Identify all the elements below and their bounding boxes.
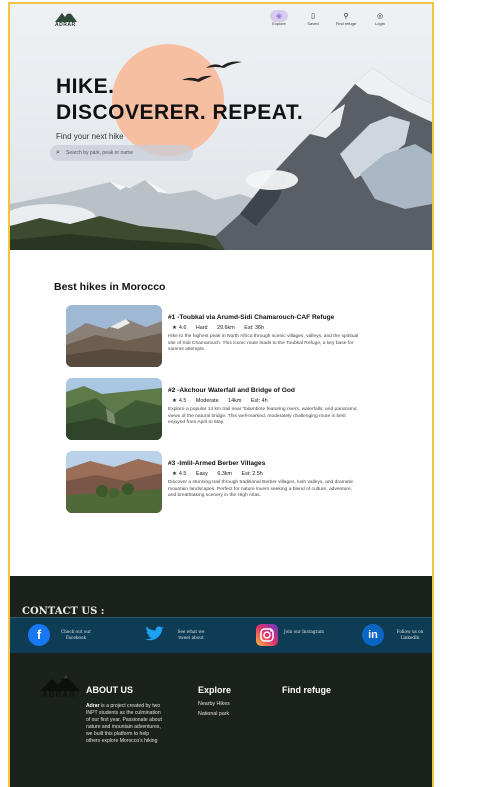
hike-difficulty: Easy <box>195 471 208 477</box>
hero-subtitle: Find your next hike <box>56 132 124 141</box>
contact-title: CONTACT US : <box>22 606 105 617</box>
hike-card[interactable]: #3 -Imlil-Armed Berber Villages ★ 4.5 Eas… <box>66 451 396 513</box>
social-instagram-text[interactable]: Join our Instagram <box>284 629 324 635</box>
hero-mountains-image <box>10 61 432 250</box>
top-nav: ADRAR ◉ Explore ▯ Saved ⚲ Find refuge ◎ … <box>10 4 432 34</box>
nav-login[interactable]: ◎ Login <box>363 12 397 26</box>
instagram-icon[interactable] <box>256 624 278 646</box>
twitter-icon[interactable] <box>143 624 165 646</box>
hike-distance: 29.6km <box>217 325 235 331</box>
hike-photo-akchour[interactable] <box>66 378 162 440</box>
hike-time: Est: 4h <box>250 398 268 404</box>
link-nearby-hikes[interactable]: Nearby Hikes <box>198 701 230 707</box>
nav-active-pill <box>270 10 288 22</box>
nav-saved[interactable]: ▯ Saved <box>296 12 330 26</box>
explore-heading: Explore <box>198 685 232 695</box>
hike-time: Est: 2.5h <box>241 471 263 477</box>
hike-meta: ★ 4.5 Easy 6.3km Est: 2.5h <box>172 471 271 477</box>
search-placeholder: Search by park, peak or name <box>66 150 133 156</box>
search-input[interactable]: ⌕ Search by park, peak or name <box>50 145 193 161</box>
hike-difficulty: Hard <box>195 325 208 331</box>
hike-rating: 4.5 <box>178 471 187 477</box>
hike-description: Hike to the highest peak in North Africa… <box>168 334 359 353</box>
footer-mountain-logo-icon[interactable] <box>40 675 80 691</box>
social-facebook-text[interactable]: Check out our Facebook <box>56 629 96 641</box>
hike-photo-imlil[interactable] <box>66 451 162 513</box>
bookmark-icon: ▯ <box>311 13 315 20</box>
footer-brand[interactable]: ADRAR <box>42 690 76 699</box>
search-icon: ⚲ <box>343 13 349 20</box>
hike-title[interactable]: #2 -Akchour Waterfall and Bridge of God <box>168 387 295 394</box>
about-brand: Adrar <box>86 703 100 709</box>
social-twitter-text[interactable]: See what we tweet about <box>171 629 211 641</box>
nav-login-label: Login <box>375 21 385 26</box>
hike-meta: ★ 4.6 Hard 29.6km Est: 36h <box>172 325 272 331</box>
user-icon: ◎ <box>376 13 384 20</box>
hike-card[interactable]: #2 -Akchour Waterfall and Bridge of God … <box>66 378 396 440</box>
footer: CONTACT US : f Check out our Facebook Se… <box>10 576 432 787</box>
nav-explore[interactable]: ◉ Explore <box>262 10 296 26</box>
hike-distance: 14km <box>228 398 242 404</box>
star-icon: ★ <box>172 325 177 331</box>
find-refuge-heading[interactable]: Find refuge <box>282 685 331 695</box>
star-icon: ★ <box>172 398 177 404</box>
nav-saved-label: Saved <box>307 21 319 26</box>
hike-title[interactable]: #3 -Imlil-Armed Berber Villages <box>168 460 265 467</box>
hike-rating: 4.5 <box>178 398 187 404</box>
hike-rating: 4.6 <box>178 325 187 331</box>
headline-line-1: HIKE. <box>56 75 115 98</box>
about-description: is a project created by two INPT student… <box>86 703 162 744</box>
hike-meta: ★ 4.5 Moderate 14km Est: 4h <box>172 398 276 404</box>
hike-card[interactable]: #1 -Toubkal via Arumd-Sidi Chamarouch-CA… <box>66 305 396 367</box>
facebook-icon[interactable]: f <box>28 624 50 646</box>
hike-description: Discover a stunning trail through tradit… <box>168 480 354 499</box>
hero-section: ADRAR ◉ Explore ▯ Saved ⚲ Find refuge ◎ … <box>10 4 432 250</box>
hero-headline: HIKE. DISCOVERER. REPEAT. <box>56 74 303 126</box>
hike-difficulty: Moderate <box>195 398 219 404</box>
star-icon: ★ <box>172 471 177 477</box>
social-linkedin-text[interactable]: Follow us on LinkedIn <box>390 629 430 641</box>
page-frame: ADRAR ◉ Explore ▯ Saved ⚲ Find refuge ◎ … <box>8 2 434 787</box>
about-us-heading: ABOUT US <box>86 685 133 695</box>
hike-distance: 6.3km <box>217 471 233 477</box>
headline-line-2: DISCOVERER. REPEAT. <box>56 101 304 124</box>
mountain-logo-icon[interactable] <box>55 10 77 22</box>
nav-find-refuge[interactable]: ⚲ Find refuge <box>329 12 363 26</box>
nav-find-refuge-label: Find refuge <box>335 21 357 26</box>
about-us-text: Adrar is a project created by two INPT s… <box>86 703 164 744</box>
hike-photo-toubkal[interactable] <box>66 305 162 367</box>
best-hikes-title: Best hikes in Morocco <box>54 281 166 293</box>
brand-name[interactable]: ADRAR <box>55 22 76 28</box>
hike-time: Est: 36h <box>244 325 264 331</box>
hike-title[interactable]: #1 -Toubkal via Arumd-Sidi Chamarouch-CA… <box>168 314 334 321</box>
linkedin-icon[interactable]: in <box>362 624 384 646</box>
contact-bar: f Check out our Facebook See what we twe… <box>10 617 432 653</box>
hike-description: Explore a popular 14 km trail near Talam… <box>168 407 358 426</box>
search-icon: ⌕ <box>56 149 60 156</box>
link-national-park[interactable]: National park <box>198 711 229 717</box>
